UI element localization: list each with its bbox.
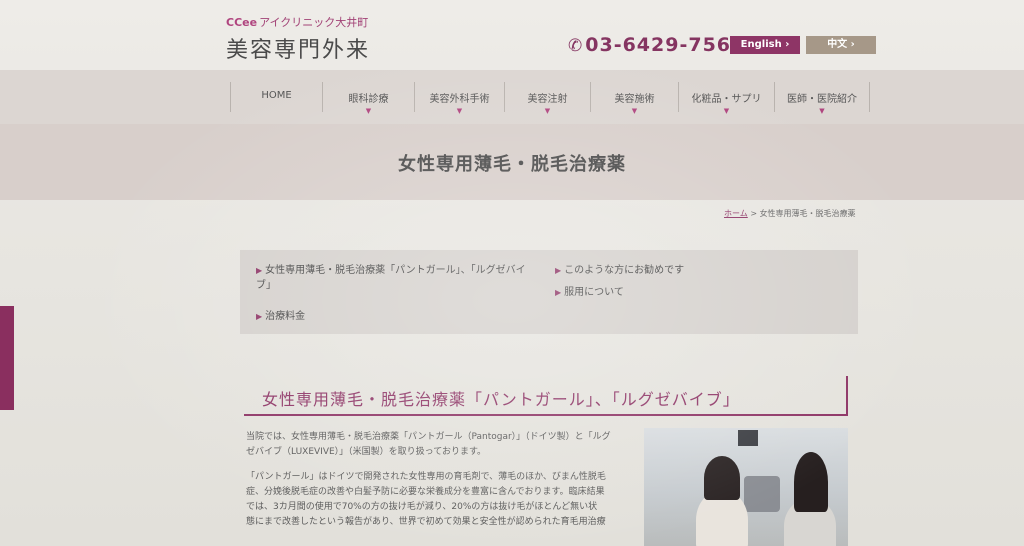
nav-item-cosmetics[interactable]: 化粧品・サプリ ▼ [678,82,774,115]
breadcrumb: ホーム > 女性専用薄毛・脱毛治療薬 [724,208,856,219]
toc-item-main[interactable]: ▶ 女性専用薄毛・脱毛治療薬「パントガール」、「ルグゼバイ ブ」 [256,263,546,293]
clinic-photo [644,428,848,546]
bullet-icon: ▶ [256,266,263,275]
pantogar-paragraph: 「パントガール」はドイツで開発された女性専用の育毛剤で、薄毛のほか、びまん性脱毛… [246,470,634,530]
nav-divider [869,82,870,112]
chevron-down-icon: ▼ [544,107,551,115]
nav-item-home[interactable]: HOME [230,82,322,112]
bullet-icon: ▶ [555,266,562,275]
intro-paragraph: 当院では、女性専用薄毛・脱毛治療薬「パントガール（Pantogar）」（ドイツ製… [246,430,634,460]
breadcrumb-current: 女性専用薄毛・脱毛治療薬 [759,209,856,218]
section-title: 女性専用薄毛・脱毛治療薬「パントガール」、「ルグゼバイブ」 [262,390,740,409]
chevron-down-icon: ▼ [723,107,730,115]
clinic-logo-mark: CCee [226,16,258,29]
toc-item-label-cont: ブ」 [256,280,276,291]
clinic-logo-small[interactable]: CCee アイクリニック大井町 [226,14,368,30]
toc-item-fees[interactable]: ▶ 治療料金 [256,309,305,324]
chevron-down-icon: ▼ [456,107,463,115]
nav-item-label: 医師・医院紹介 [787,94,857,105]
phone-icon: ✆ [568,36,584,56]
phone-text: 03-6429-7567 [585,34,746,56]
monitor-shape [738,430,758,446]
nav-item-label: 美容外科手術 [429,94,490,105]
nav-item-label: 美容施術 [614,94,655,105]
nav-item-doctors[interactable]: 医師・医院紹介 ▼ [774,82,869,115]
chevron-down-icon: ▼ [365,107,372,115]
toc-item-dosage[interactable]: ▶ 服用について [555,285,624,300]
chinese-button[interactable]: 中文 › [806,36,876,54]
nav-item-label: 化粧品・サプリ [691,94,762,105]
clinic-name: アイクリニック大井町 [259,16,369,29]
toc-item-label: 治療料金 [265,311,306,322]
english-button[interactable]: English › [730,36,800,54]
side-floating-tab[interactable] [0,306,14,410]
text-line: 症、分娩後脱毛症の改善や白髪予防に必要な栄養成分を豊富に含んでおります。臨床結果 [246,487,605,497]
page-title: 女性専用薄毛・脱毛治療薬 [398,154,626,175]
equipment-shape [744,476,780,512]
toc-item-recommended[interactable]: ▶ このような方にお勧めです [555,263,684,278]
text-line: 当院では、女性専用薄毛・脱毛治療薬「パントガール（Pantogar）」（ドイツ製… [246,432,611,442]
nav-item-ophthalmology[interactable]: 眼科診療 ▼ [322,82,414,115]
text-line: 「パントガール」はドイツで開発された女性専用の育毛剤で、薄毛のほか、びまん性脱毛 [246,472,606,482]
site-logo[interactable]: 美容専門外来 [226,32,370,64]
nav-item-cosmetic-treatment[interactable]: 美容施術 ▼ [590,82,678,115]
text-line: 態にまで改善したという報告があり、世界で初めて効果と安全性が認められた育毛用治療 [246,517,606,527]
bullet-icon: ▶ [256,312,263,321]
nav-item-label: HOME [261,90,292,101]
nav-item-cosmetic-injection[interactable]: 美容注射 ▼ [504,82,590,115]
toc-item-label: このような方にお勧めです [564,265,685,276]
browser-viewport: CCee アイクリニック大井町 美容専門外来 ✆ 03-6429-7567 Engl… [0,0,1024,546]
breadcrumb-home-link[interactable]: ホーム [724,209,748,218]
bullet-icon: ▶ [555,288,562,297]
person-hair-shape [704,456,740,500]
toc-item-label: 服用について [564,287,624,298]
breadcrumb-separator: > [750,209,758,218]
person-hair-shape [794,452,828,512]
phone-number[interactable]: ✆ 03-6429-7567 [568,34,745,56]
chevron-down-icon: ▼ [631,107,638,115]
nav-item-label: 美容注射 [527,94,568,105]
nav-item-cosmetic-surgery[interactable]: 美容外科手術 ▼ [414,82,504,115]
text-line: ゼバイブ（LUXEVIVE）」（米国製）を取り扱っております。 [246,447,487,457]
chevron-down-icon: ▼ [819,107,825,115]
toc-item-label: 女性専用薄毛・脱毛治療薬「パントガール」、「ルグゼバイ [265,265,526,276]
nav-item-label: 眼科診療 [348,94,389,105]
text-line: では、3カ月間の使用で70%の方の抜け毛が減り、20%の方は抜け毛がほとんど無い… [246,502,598,512]
